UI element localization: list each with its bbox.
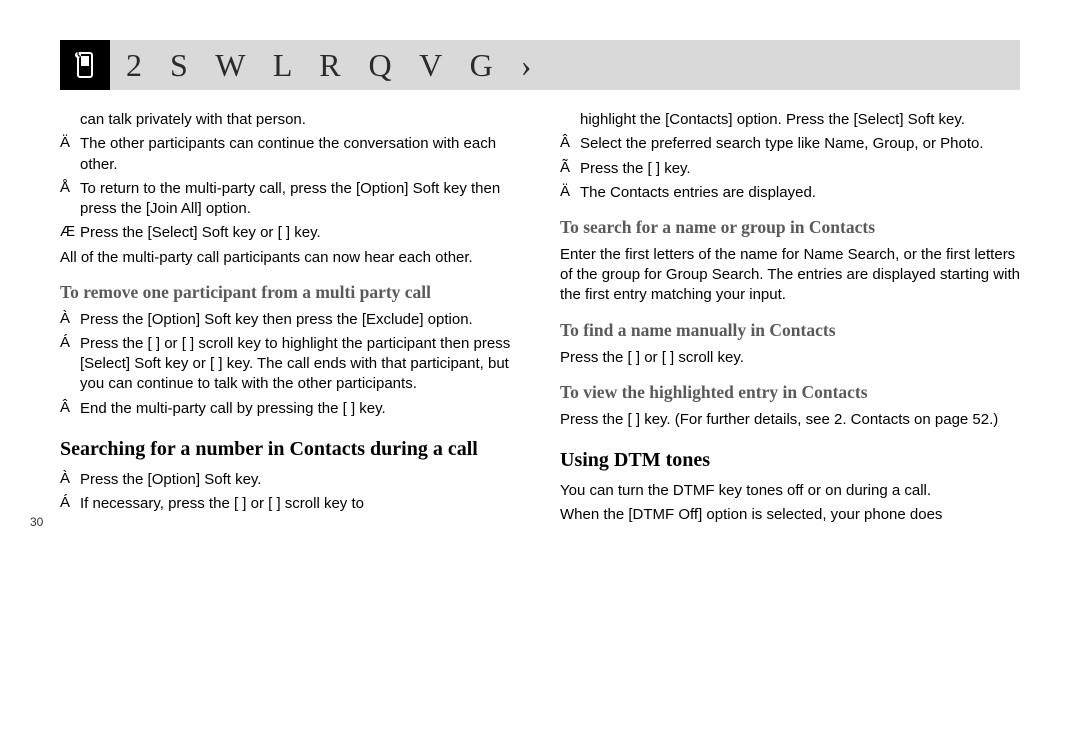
bullet-marker: Ä — [560, 183, 580, 203]
bullet-marker: À — [60, 470, 80, 490]
bullet-marker: À — [60, 310, 80, 330]
bullet-text: Press the [Select] Soft key or [ ] key. — [80, 223, 520, 243]
header-bar: 2 S W L R Q V G › — [60, 40, 1020, 90]
section-heading-searching-contacts: Searching for a number in Contacts durin… — [60, 437, 520, 462]
bullet-marker: Å — [60, 179, 80, 220]
section-heading-using-dtmf-tones: Using DTM tones — [560, 448, 1020, 473]
left-column: can talk privately with that person. Ä T… — [60, 110, 520, 529]
header-icon-box — [60, 40, 110, 90]
sub-heading-view-highlighted-entry: To view the highlighted entry in Contact… — [560, 382, 1020, 404]
bullet-text: Select the preferred search type like Na… — [580, 134, 1020, 154]
header-title-box: 2 S W L R Q V G › — [110, 40, 1020, 90]
body-text: Press the [ ] key. (For further details,… — [560, 410, 1020, 430]
phone-icon — [72, 49, 98, 81]
list-item: Â End the multi-party call by pressing t… — [60, 399, 520, 419]
header-title: 2 S W L R Q V G › — [126, 47, 541, 84]
page-number: 30 — [30, 515, 43, 529]
body-text: Press the [ ] or [ ] scroll key. — [560, 348, 1020, 368]
bullet-text: Press the [Option] Soft key then press t… — [80, 310, 520, 330]
list-item: Å To return to the multi-party call, pre… — [60, 179, 520, 220]
list-item: Æ Press the [Select] Soft key or [ ] key… — [60, 223, 520, 243]
body-text: highlight the [Contacts] option. Press t… — [560, 110, 1020, 130]
list-item: Ä The other participants can continue th… — [60, 134, 520, 175]
sub-heading-remove-participant: To remove one participant from a multi p… — [60, 282, 520, 304]
sub-heading-find-name-manually: To find a name manually in Contacts — [560, 320, 1020, 342]
body-text: Enter the first letters of the name for … — [560, 245, 1020, 306]
bullet-text: To return to the multi-party call, press… — [80, 179, 520, 220]
bullet-text: The other participants can continue the … — [80, 134, 520, 175]
body-text: can talk privately with that person. — [60, 110, 520, 130]
list-item: Â Select the preferred search type like … — [560, 134, 1020, 154]
bullet-text: The Contacts entries are displayed. — [580, 183, 1020, 203]
list-item: Ä The Contacts entries are displayed. — [560, 183, 1020, 203]
bullet-text: Press the [ ] key. — [580, 159, 1020, 179]
content-area: can talk privately with that person. Ä T… — [60, 110, 1020, 529]
bullet-marker: Æ — [60, 223, 80, 243]
sub-heading-search-name-group: To search for a name or group in Contact… — [560, 217, 1020, 239]
bullet-marker: Ä — [60, 134, 80, 175]
bullet-marker: Á — [60, 334, 80, 395]
body-text: All of the multi-party call participants… — [60, 248, 520, 268]
list-item: Á If necessary, press the [ ] or [ ] scr… — [60, 494, 520, 514]
list-item: À Press the [Option] Soft key. — [60, 470, 520, 490]
bullet-marker: Á — [60, 494, 80, 514]
bullet-text: Press the [ ] or [ ] scroll key to highl… — [80, 334, 520, 395]
bullet-marker: Â — [60, 399, 80, 419]
list-item: Ã Press the [ ] key. — [560, 159, 1020, 179]
list-item: À Press the [Option] Soft key then press… — [60, 310, 520, 330]
bullet-marker: Ã — [560, 159, 580, 179]
bullet-marker: Â — [560, 134, 580, 154]
bullet-text: If necessary, press the [ ] or [ ] scrol… — [80, 494, 520, 514]
body-text: When the [DTMF Off] option is selected, … — [560, 505, 1020, 525]
bullet-text: End the multi-party call by pressing the… — [80, 399, 520, 419]
bullet-text: Press the [Option] Soft key. — [80, 470, 520, 490]
list-item: Á Press the [ ] or [ ] scroll key to hig… — [60, 334, 520, 395]
page: 2 S W L R Q V G › can talk privately wit… — [0, 0, 1080, 559]
right-column: highlight the [Contacts] option. Press t… — [560, 110, 1020, 529]
body-text: You can turn the DTMF key tones off or o… — [560, 481, 1020, 501]
